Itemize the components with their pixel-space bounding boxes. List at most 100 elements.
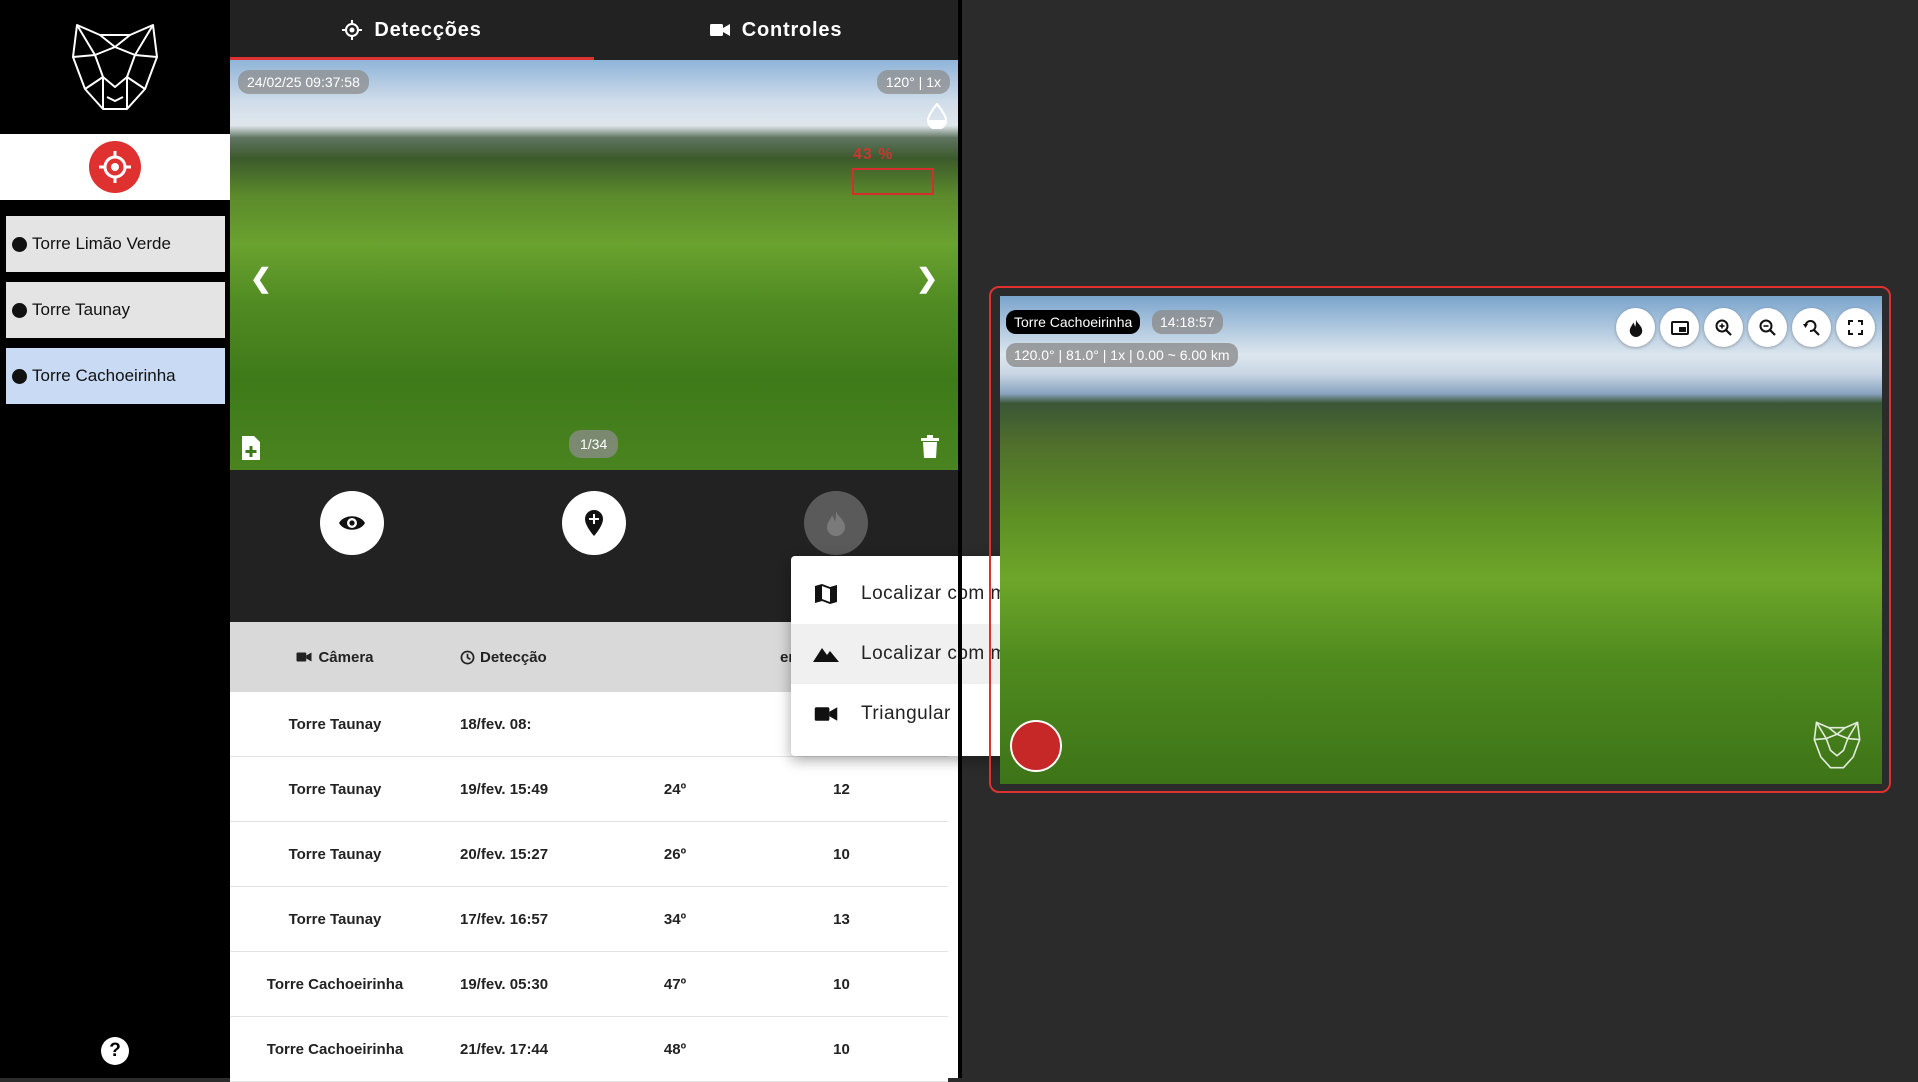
- live-camera-info: 120.0° | 81.0° | 1x | 0.00 ~ 6.00 km: [1006, 343, 1238, 367]
- cell-detection: 21/fev. 17:44: [460, 1040, 549, 1058]
- column-header-label: Câmera: [318, 648, 374, 666]
- cell-camera: Torre Taunay: [288, 910, 382, 928]
- column-header-camera[interactable]: Câmera: [230, 649, 440, 666]
- table-row[interactable]: Torre Taunay 19/fev. 15:49 24º 12: [230, 757, 948, 822]
- cell-camera: Torre Cachoeirinha: [266, 1040, 404, 1058]
- tower-item-limao-verde[interactable]: Torre Limão Verde: [6, 216, 225, 272]
- table-row[interactable]: Torre Taunay 17/fev. 16:57 34º 13: [230, 887, 948, 952]
- detection-confidence: 43 %: [853, 146, 894, 163]
- terrain-icon: [813, 646, 839, 662]
- column-header-detection[interactable]: Detecção: [440, 649, 615, 666]
- cell-images: 10: [833, 845, 850, 863]
- cell-detection: 19/fev. 05:30: [460, 975, 549, 993]
- picture-in-picture-button[interactable]: [1660, 308, 1699, 347]
- next-image-chevron-icon[interactable]: ❯: [916, 263, 938, 294]
- fullscreen-button[interactable]: [1836, 308, 1875, 347]
- tab-deteccoes[interactable]: Detecções: [230, 0, 594, 60]
- water-drop-icon[interactable]: [926, 102, 948, 134]
- status-dot-icon: [12, 302, 27, 318]
- cell-camera: Torre Taunay: [288, 845, 382, 863]
- detection-timestamp: 24/02/25 09:37:58: [238, 70, 369, 94]
- cell-angle: 48º: [663, 1040, 687, 1058]
- detections-mode-button[interactable]: [89, 141, 141, 193]
- column-header-label: Detecção: [480, 648, 547, 666]
- sidebar: Torre Limão Verde Torre Taunay Torre Cac…: [0, 0, 230, 1078]
- zoom-in-button[interactable]: [1704, 308, 1743, 347]
- tower-label: Torre Limão Verde: [32, 234, 171, 253]
- fullscreen-icon: [1848, 320, 1863, 335]
- logo: [0, 0, 230, 134]
- tower-label: Torre Cachoeirinha: [32, 366, 176, 385]
- cell-images: 10: [833, 1040, 850, 1058]
- tower-label: Torre Taunay: [32, 300, 130, 319]
- eye-icon: [339, 516, 365, 530]
- tower-list: Torre Limão Verde Torre Taunay Torre Cac…: [6, 216, 225, 414]
- cell-detection: 18/fev. 08:: [460, 715, 532, 733]
- fire-icon: [827, 511, 845, 536]
- clock-icon: [460, 650, 475, 664]
- cell-angle: 26º: [663, 845, 687, 863]
- table-row[interactable]: Torre Cachoeirinha 19/fev. 05:30 47º 10: [230, 952, 948, 1017]
- jaguar-logo-icon: [72, 24, 158, 110]
- crosshair-icon: [342, 20, 363, 40]
- zoom-out-button[interactable]: [1748, 308, 1787, 347]
- status-dot-icon: [12, 236, 27, 252]
- image-counter: 1/34: [569, 430, 619, 458]
- view-button[interactable]: [320, 491, 384, 555]
- cell-camera: Torre Cachoeirinha: [266, 975, 404, 993]
- live-camera-frame: Torre Cachoeirinha 14:18:57 120.0° | 81.…: [989, 286, 1891, 793]
- detections-mode-bar: [0, 134, 230, 200]
- map-icon: [813, 583, 839, 605]
- trash-icon[interactable]: [920, 435, 940, 464]
- jaguar-watermark-icon: [1813, 721, 1861, 769]
- panel-divider[interactable]: [958, 0, 962, 1078]
- cell-detection: 19/fev. 15:49: [460, 780, 549, 798]
- detection-image[interactable]: 24/02/25 09:37:58 120° | 1x 43 % ❮ ❯ 1/3…: [230, 60, 958, 470]
- cell-images: 12: [833, 780, 850, 798]
- zoom-reset-icon: [1803, 320, 1820, 336]
- fire-detect-button[interactable]: [1616, 308, 1655, 347]
- add-file-icon[interactable]: [240, 435, 262, 466]
- videocam-icon: [296, 652, 312, 662]
- cell-images: 10: [833, 975, 850, 993]
- fire-button[interactable]: [804, 491, 868, 555]
- zoom-out-icon: [1759, 319, 1776, 336]
- locate-button[interactable]: [562, 491, 626, 555]
- cell-angle: 24º: [663, 780, 687, 798]
- detection-bounding-box: [852, 168, 934, 195]
- zoom-in-icon: [1715, 319, 1732, 336]
- cell-images: 13: [833, 910, 850, 928]
- cell-angle: 47º: [663, 975, 687, 993]
- cell-angle: 34º: [663, 910, 687, 928]
- videocam-icon: [813, 705, 839, 723]
- fire-icon: [1629, 319, 1642, 337]
- crosshair-icon: [99, 151, 131, 183]
- live-camera-name: Torre Cachoeirinha: [1006, 310, 1141, 334]
- tower-item-cachoeirinha[interactable]: Torre Cachoeirinha: [6, 348, 225, 404]
- help-button[interactable]: ?: [101, 1037, 129, 1065]
- cell-detection: 20/fev. 15:27: [460, 845, 549, 863]
- add-location-pin-icon: [585, 510, 603, 536]
- tab-label: Detecções: [374, 18, 482, 41]
- tower-item-taunay[interactable]: Torre Taunay: [6, 282, 225, 338]
- tab-controles[interactable]: Controles: [594, 0, 958, 60]
- fov-zoom-badge: 120° | 1x: [876, 70, 950, 94]
- menu-item-label: Triangular: [861, 703, 951, 724]
- table-row[interactable]: Torre Cachoeirinha 21/fev. 17:44 48º 10: [230, 1017, 948, 1082]
- cell-camera: Torre Taunay: [288, 715, 382, 733]
- zoom-reset-button[interactable]: [1792, 308, 1831, 347]
- prevfogo-badge-logo: [1010, 720, 1062, 772]
- detections-panel: Detecções Controles 24/02/25 09:37:58 12…: [230, 0, 1105, 1082]
- tab-label: Controles: [741, 18, 843, 41]
- live-camera-feed[interactable]: Torre Cachoeirinha 14:18:57 120.0° | 81.…: [1000, 296, 1882, 784]
- videocam-icon: [709, 22, 730, 38]
- tab-bar: Detecções Controles: [230, 0, 958, 60]
- live-camera-time: 14:18:57: [1152, 310, 1223, 334]
- table-row[interactable]: Torre Taunay 20/fev. 15:27 26º 10: [230, 822, 948, 887]
- cell-camera: Torre Taunay: [288, 780, 382, 798]
- prev-image-chevron-icon[interactable]: ❮: [250, 263, 272, 294]
- cell-detection: 17/fev. 16:57: [460, 910, 549, 928]
- status-dot-icon: [12, 368, 27, 384]
- picture-in-picture-icon: [1670, 320, 1689, 335]
- live-controls: [1616, 308, 1875, 347]
